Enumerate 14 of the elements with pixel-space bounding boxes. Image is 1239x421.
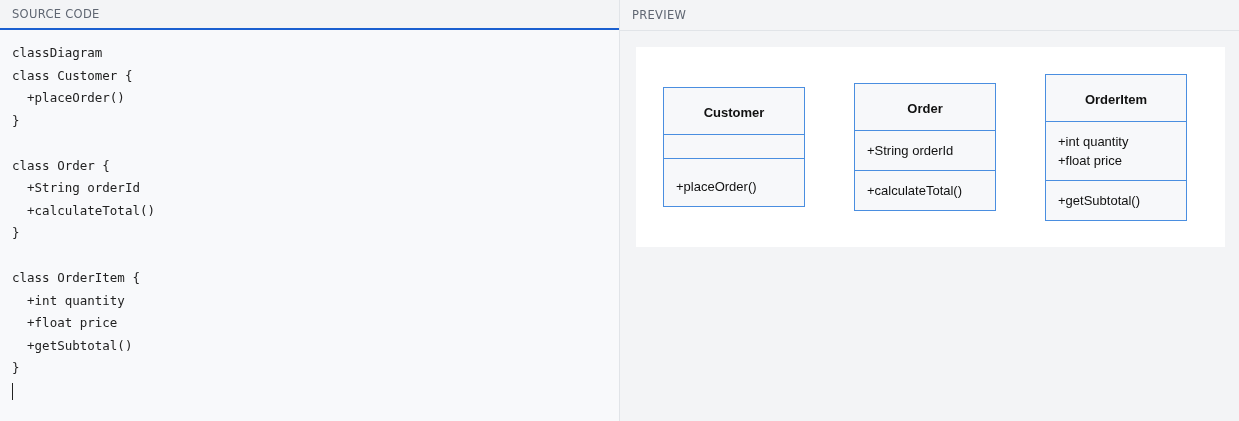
pane-title: SOURCE CODE (12, 7, 100, 21)
class-method: +getSubtotal() (1058, 192, 1142, 208)
code-text[interactable]: classDiagram class Customer { +placeOrder() } class Order { +String orderId +calculateTotal() } class OrderItem { +int quantity +float price +getSubtotal() } (12, 42, 155, 380)
text-cursor (12, 382, 13, 400)
class-name: OrderItem (1083, 90, 1149, 109)
class-name: Customer (702, 104, 766, 122)
class-attribute: +int quantity (1058, 133, 1130, 149)
class-method: +calculateTotal() (867, 183, 964, 198)
class-attribute: +float price (1058, 152, 1123, 168)
class-attribute: +String orderId (867, 143, 955, 158)
pane-title: PREVIEW (632, 8, 687, 22)
class-method: +placeOrder() (676, 179, 758, 194)
pane-header[interactable]: SOURCE CODE (0, 0, 619, 30)
class-name: Order (906, 100, 944, 118)
